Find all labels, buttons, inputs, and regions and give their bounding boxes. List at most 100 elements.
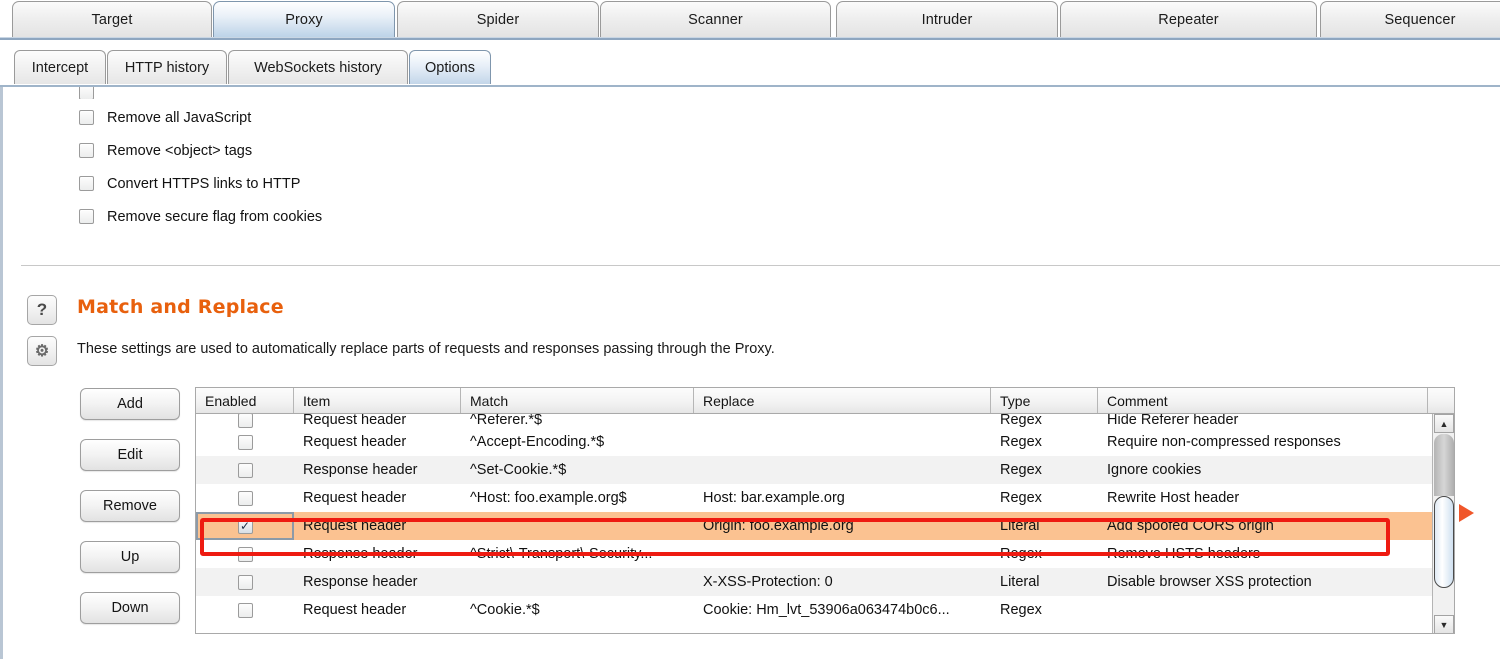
option-remove-secure-flag-from-cookies[interactable]: Remove secure flag from cookies: [79, 200, 322, 233]
remove-button[interactable]: Remove: [80, 490, 180, 522]
checkbox-icon[interactable]: [79, 110, 94, 125]
gear-icon: ⚙: [35, 341, 49, 361]
subtab-intercept[interactable]: Intercept: [14, 50, 106, 84]
checkbox-icon[interactable]: [238, 575, 253, 590]
cell-item: Request header: [294, 414, 461, 428]
option-remove-object-tags[interactable]: Remove <object> tags: [79, 134, 322, 167]
cell-type: Regex: [991, 462, 1098, 478]
cell-match: ^Accept-Encoding.*$: [461, 434, 694, 450]
column-label: Comment: [1107, 393, 1168, 409]
cell-type: Regex: [991, 546, 1098, 562]
column-header-replace[interactable]: Replace: [694, 388, 991, 413]
cell-replace: Origin: foo.example.org: [694, 518, 991, 534]
column-header-enabled[interactable]: Enabled: [196, 388, 294, 413]
table-vertical-scrollbar[interactable]: ▲ ▼: [1432, 414, 1454, 634]
tab-scanner[interactable]: Scanner: [600, 1, 831, 37]
column-header-item[interactable]: Item: [294, 388, 461, 413]
tab-sequencer[interactable]: Sequencer: [1320, 1, 1500, 37]
cell-replace: Cookie: Hm_lvt_53906a063474b0c6...: [694, 602, 991, 618]
main-tab-bar: Target Proxy Spider Scanner Intruder Rep…: [0, 0, 1500, 38]
cell-type: Regex: [991, 414, 1098, 428]
tab-intruder[interactable]: Intruder: [836, 1, 1058, 37]
table-row[interactable]: Response header X-XSS-Protection: 0 Lite…: [196, 568, 1454, 596]
table-row[interactable]: Request header ^Cookie.*$ Cookie: Hm_lvt…: [196, 596, 1454, 624]
table-row[interactable]: Request header ^Accept-Encoding.*$ Regex…: [196, 428, 1454, 456]
cell-comment: Add spoofed CORS origin: [1098, 518, 1428, 534]
checkbox-icon[interactable]: [79, 209, 94, 224]
checkbox-icon[interactable]: [238, 414, 253, 428]
table-row[interactable]: Request header ^Host: foo.example.org$ H…: [196, 484, 1454, 512]
button-label: Down: [111, 600, 148, 616]
cell-match: ^Referer.*$: [461, 414, 694, 428]
subtab-label: WebSockets history: [254, 60, 382, 76]
button-label: Add: [117, 396, 143, 412]
tab-spider[interactable]: Spider: [397, 1, 599, 37]
column-header-comment[interactable]: Comment: [1098, 388, 1428, 413]
settings-button[interactable]: ⚙: [27, 336, 57, 366]
scrollbar-track[interactable]: [1434, 434, 1454, 496]
cell-type: Literal: [991, 574, 1098, 590]
cell-item: Request header: [294, 602, 461, 618]
option-label: Remove secure flag from cookies: [107, 209, 322, 225]
column-label: Item: [303, 393, 330, 409]
button-label: Remove: [103, 498, 157, 514]
cell-match: ^Cookie.*$: [461, 602, 694, 618]
tab-label: Proxy: [285, 12, 323, 28]
cell-type: Literal: [991, 518, 1098, 534]
option-remove-all-javascript[interactable]: Remove all JavaScript: [79, 101, 322, 134]
button-label: Up: [121, 549, 140, 565]
tab-repeater[interactable]: Repeater: [1060, 1, 1317, 37]
checkbox-icon[interactable]: [79, 143, 94, 158]
tab-proxy[interactable]: Proxy: [213, 1, 395, 37]
help-button[interactable]: ?: [27, 295, 57, 325]
tab-label: Target: [92, 12, 133, 28]
column-label: Replace: [703, 393, 754, 409]
option-convert-https-links-to-http[interactable]: Convert HTTPS links to HTTP: [79, 167, 322, 200]
cell-replace: X-XSS-Protection: 0: [694, 574, 991, 590]
checkbox-icon[interactable]: [238, 463, 253, 478]
options-content-panel: Remove all JavaScript Remove <object> ta…: [0, 87, 1500, 659]
checkbox-icon[interactable]: [79, 87, 94, 99]
checkbox-icon[interactable]: [238, 435, 253, 450]
scroll-down-icon[interactable]: ▼: [1434, 615, 1454, 634]
match-replace-table: Enabled Item Match Replace Type Comment: [195, 387, 1455, 634]
question-mark-icon: ?: [37, 300, 47, 320]
subtab-label: Options: [425, 60, 475, 76]
cell-comment: Rewrite Host header: [1098, 490, 1428, 506]
checkbox-icon[interactable]: [238, 603, 253, 618]
cell-comment: Require non-compressed responses: [1098, 434, 1428, 450]
checkbox-icon[interactable]: [79, 176, 94, 191]
table-row[interactable]: Response header ^Strict\-Transport\-Secu…: [196, 540, 1454, 568]
column-label: Enabled: [205, 393, 256, 409]
proxy-sub-tab-bar: Intercept HTTP history WebSockets histor…: [0, 41, 1500, 86]
table-row[interactable]: Request header ^Referer.*$ Regex Hide Re…: [196, 414, 1454, 428]
tab-label: Sequencer: [1384, 12, 1455, 28]
main-tab-underline: [0, 37, 1500, 40]
cell-item: Response header: [294, 574, 461, 590]
option-label: Convert HTTPS links to HTTP: [107, 176, 300, 192]
cell-item: Response header: [294, 462, 461, 478]
up-button[interactable]: Up: [80, 541, 180, 573]
scroll-up-icon[interactable]: ▲: [1434, 414, 1454, 433]
checkbox-icon[interactable]: ✓: [238, 519, 253, 534]
cell-type: Regex: [991, 434, 1098, 450]
tab-target[interactable]: Target: [12, 1, 212, 37]
column-header-type[interactable]: Type: [991, 388, 1098, 413]
subtab-options[interactable]: Options: [409, 50, 491, 84]
table-row[interactable]: Response header ^Set-Cookie.*$ Regex Ign…: [196, 456, 1454, 484]
table-row-selected[interactable]: ✓ Request header Origin: foo.example.org…: [196, 512, 1454, 540]
subtab-http-history[interactable]: HTTP history: [107, 50, 227, 84]
option-label: Remove <object> tags: [107, 143, 252, 159]
checkbox-icon[interactable]: [238, 491, 253, 506]
subtab-websockets-history[interactable]: WebSockets history: [228, 50, 408, 84]
checkbox-icon[interactable]: [238, 547, 253, 562]
edit-button[interactable]: Edit: [80, 439, 180, 471]
scrollbar-thumb[interactable]: [1434, 496, 1454, 588]
subtab-label: Intercept: [32, 60, 88, 76]
column-header-match[interactable]: Match: [461, 388, 694, 413]
clipped-option-row: [79, 87, 94, 99]
add-button[interactable]: Add: [80, 388, 180, 420]
down-button[interactable]: Down: [80, 592, 180, 624]
cell-type: Regex: [991, 490, 1098, 506]
tab-label: Intruder: [922, 12, 973, 28]
